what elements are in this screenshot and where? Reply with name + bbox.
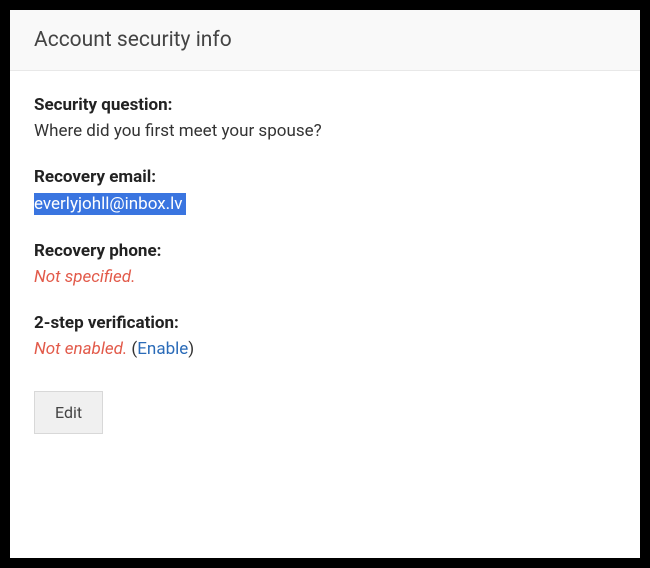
enable-link[interactable]: Enable: [137, 339, 188, 359]
security-question-value: Where did you first meet your spouse?: [34, 121, 616, 141]
open-paren: (: [127, 339, 137, 359]
recovery-email-value: everlyjohll@inbox.lv: [34, 193, 186, 215]
two-step-label: 2-step verification:: [34, 313, 616, 333]
recovery-phone-field: Recovery phone: Not specified.: [34, 241, 616, 287]
security-question-field: Security question: Where did you first m…: [34, 95, 616, 141]
close-paren: ): [188, 339, 194, 359]
card-title: Account security info: [34, 28, 616, 52]
card-header: Account security info: [10, 10, 640, 71]
two-step-value-line: Not enabled. (Enable): [34, 339, 616, 359]
security-question-label: Security question:: [34, 95, 616, 115]
recovery-phone-value: Not specified.: [34, 267, 616, 287]
two-step-status: Not enabled.: [34, 339, 127, 359]
edit-button[interactable]: Edit: [34, 391, 103, 434]
recovery-phone-label: Recovery phone:: [34, 241, 616, 261]
recovery-email-label: Recovery email:: [34, 167, 616, 187]
two-step-field: 2-step verification: Not enabled. (Enabl…: [34, 313, 616, 359]
card-body: Security question: Where did you first m…: [10, 71, 640, 458]
security-info-card: Account security info Security question:…: [10, 10, 640, 558]
recovery-email-field: Recovery email: everlyjohll@inbox.lv: [34, 167, 616, 215]
